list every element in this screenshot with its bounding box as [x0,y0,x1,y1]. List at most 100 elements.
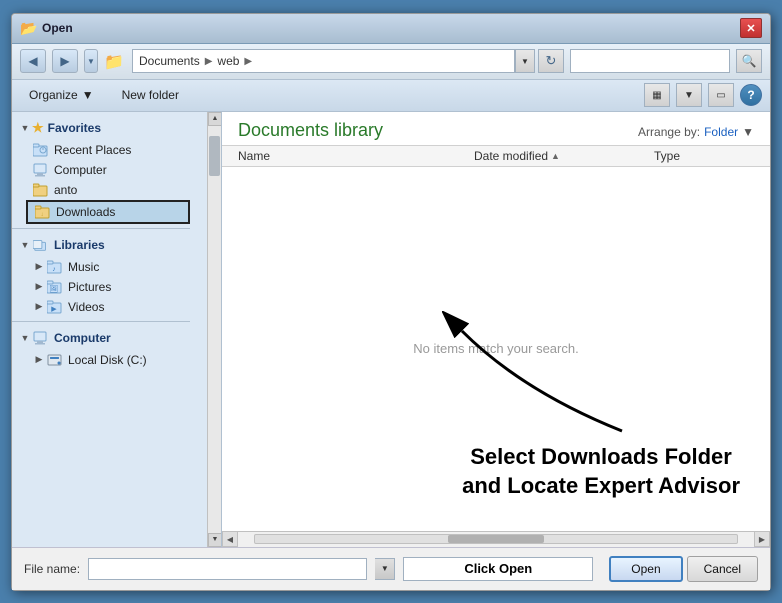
content-pane: Documents library Arrange by: Folder ▼ N… [222,112,770,547]
refresh-button[interactable]: ↻ [538,49,564,73]
local-disk-label: Local Disk (C:) [68,353,147,367]
new-folder-label: New folder [122,88,179,102]
organize-button[interactable]: Organize ▼ [20,83,103,107]
col-name-header[interactable]: Name [238,149,474,163]
button-row: Open Cancel [609,556,758,582]
file-name-dropdown[interactable]: ▼ [375,558,395,580]
videos-icon: ▶ [46,299,64,315]
sidebar-item-pictures[interactable]: ▶ 🖼 Pictures [26,277,190,297]
libraries-expand-icon: ▼ [18,238,32,252]
arrange-by-value[interactable]: Folder [704,125,738,139]
svg-text:↓: ↓ [41,212,44,218]
help-button[interactable]: ? [740,84,762,106]
sidebar-scrollbar[interactable]: ▲ ▼ [207,112,221,547]
col-date-header[interactable]: Date modified ▲ [474,149,654,163]
sidebar-divider2 [12,321,190,322]
file-name-input[interactable] [88,558,367,580]
folder-nav-icon: 📁 [104,52,122,70]
favorites-label: Favorites [48,121,101,135]
local-disk-expand-icon: ▶ [32,353,46,367]
sidebar-divider1 [12,228,190,229]
sidebar-item-music[interactable]: ▶ ♪ Music [26,257,190,277]
sidebar-item-recent-places[interactable]: Recent Places [26,140,190,160]
layout-button[interactable]: ▭ [708,83,734,107]
annotation-line2: and Locate Expert Advisor [462,473,740,498]
videos-label: Videos [68,300,104,314]
computer-expand-icon: ▼ [18,331,32,345]
scrollbar-down-arrow[interactable]: ▼ [208,533,222,547]
search-box [570,49,730,73]
horizontal-scrollbar[interactable]: ◀ ▶ [222,531,770,547]
col-type-header[interactable]: Type [654,149,754,163]
view-icon: ▦ [652,90,661,101]
column-headers: Name Date modified ▲ Type [222,146,770,167]
dialog-title: Open [42,21,740,35]
pictures-icon: 🖼 [46,279,64,295]
dialog-icon: 📂 [20,20,36,36]
annotation-arrow [442,311,642,441]
annotation-line1: Select Downloads Folder [470,444,732,469]
sidebar-item-downloads[interactable]: ↓ Downloads [26,200,190,224]
view-toggle-button[interactable]: ▦ [644,83,670,107]
scrollbar-thumb [209,136,220,176]
nav-dropdown-button[interactable]: ▼ [84,49,98,73]
hscroll-left-arrow[interactable]: ◀ [222,531,238,547]
music-label: Music [68,260,99,274]
address-bar-container: Documents ▶ web ▶ ▼ ↻ [132,49,564,73]
hscroll-right-arrow[interactable]: ▶ [754,531,770,547]
svg-text:♪: ♪ [52,266,56,273]
address-bar[interactable]: Documents ▶ web ▶ [132,49,515,73]
toolbar2-right: ▦ ▼ ▭ ? [644,83,762,107]
view-arrow-button[interactable]: ▼ [676,83,702,107]
open-dialog: 📂 Open ✕ ◀ ▶ ▼ 📁 Documents ▶ web ▶ ▼ ↻ [11,13,771,591]
breadcrumb-documents: Documents [139,54,200,68]
search-icon-button[interactable]: 🔍 [736,49,762,73]
file-name-label: File name: [24,562,80,576]
close-button[interactable]: ✕ [740,18,762,38]
search-icon: 🔍 [742,54,757,68]
hscroll-thumb [448,535,544,543]
sidebar-item-videos[interactable]: ▶ ▶ Videos [26,297,190,317]
cancel-button[interactable]: Cancel [687,556,758,582]
no-items-message: No items match your search. [413,341,578,356]
new-folder-button[interactable]: New folder [113,83,188,107]
arrange-by-label: Arrange by: [638,125,700,139]
favorites-expand-icon: ▼ [18,121,32,135]
computer-section-label: Computer [54,331,111,345]
click-open-label: Click Open [403,557,593,581]
forward-button[interactable]: ▶ [52,49,78,73]
computer-section-header[interactable]: ▼ Computer [12,326,190,350]
pictures-expand-icon: ▶ [32,280,46,294]
breadcrumb-sep1: ▶ [205,56,213,67]
library-header: Documents library Arrange by: Folder ▼ [222,112,770,146]
nav-dropdown-icon: ▼ [87,57,95,66]
content-area: No items match your search. Select Downl… [222,167,770,531]
title-bar: 📂 Open ✕ [12,14,770,44]
scrollbar-up-arrow[interactable]: ▲ [208,112,222,126]
annotation-text: Select Downloads Folder and Locate Exper… [462,443,740,500]
sidebar-item-computer[interactable]: Computer [26,160,190,180]
open-button[interactable]: Open [609,556,682,582]
search-input[interactable] [577,54,723,68]
favorites-star-icon: ★ [32,120,44,136]
sidebar-item-local-disk[interactable]: ▶ Local Disk (C:) [26,350,190,370]
col-sort-arrow: ▲ [551,151,560,161]
downloads-folder-icon: ↓ [34,204,52,220]
anto-folder-icon [32,182,50,198]
arrange-dropdown-icon[interactable]: ▼ [742,125,754,139]
anto-label: anto [54,183,77,197]
back-button[interactable]: ◀ [20,49,46,73]
libraries-icon [32,237,50,253]
computer-icon [32,162,50,178]
favorites-section-header[interactable]: ▼ ★ Favorites [12,116,190,140]
address-dropdown-button[interactable]: ▼ [515,49,535,73]
hscroll-track [254,534,738,544]
forward-icon: ▶ [60,54,69,68]
breadcrumb-sep2: ▶ [244,56,252,67]
breadcrumb-web: web [217,54,239,68]
organize-label: Organize [29,88,78,102]
libraries-section-header[interactable]: ▼ Libraries [12,233,190,257]
sidebar-item-anto[interactable]: anto [26,180,190,200]
libraries-label: Libraries [54,238,105,252]
svg-text:▶: ▶ [51,306,57,313]
